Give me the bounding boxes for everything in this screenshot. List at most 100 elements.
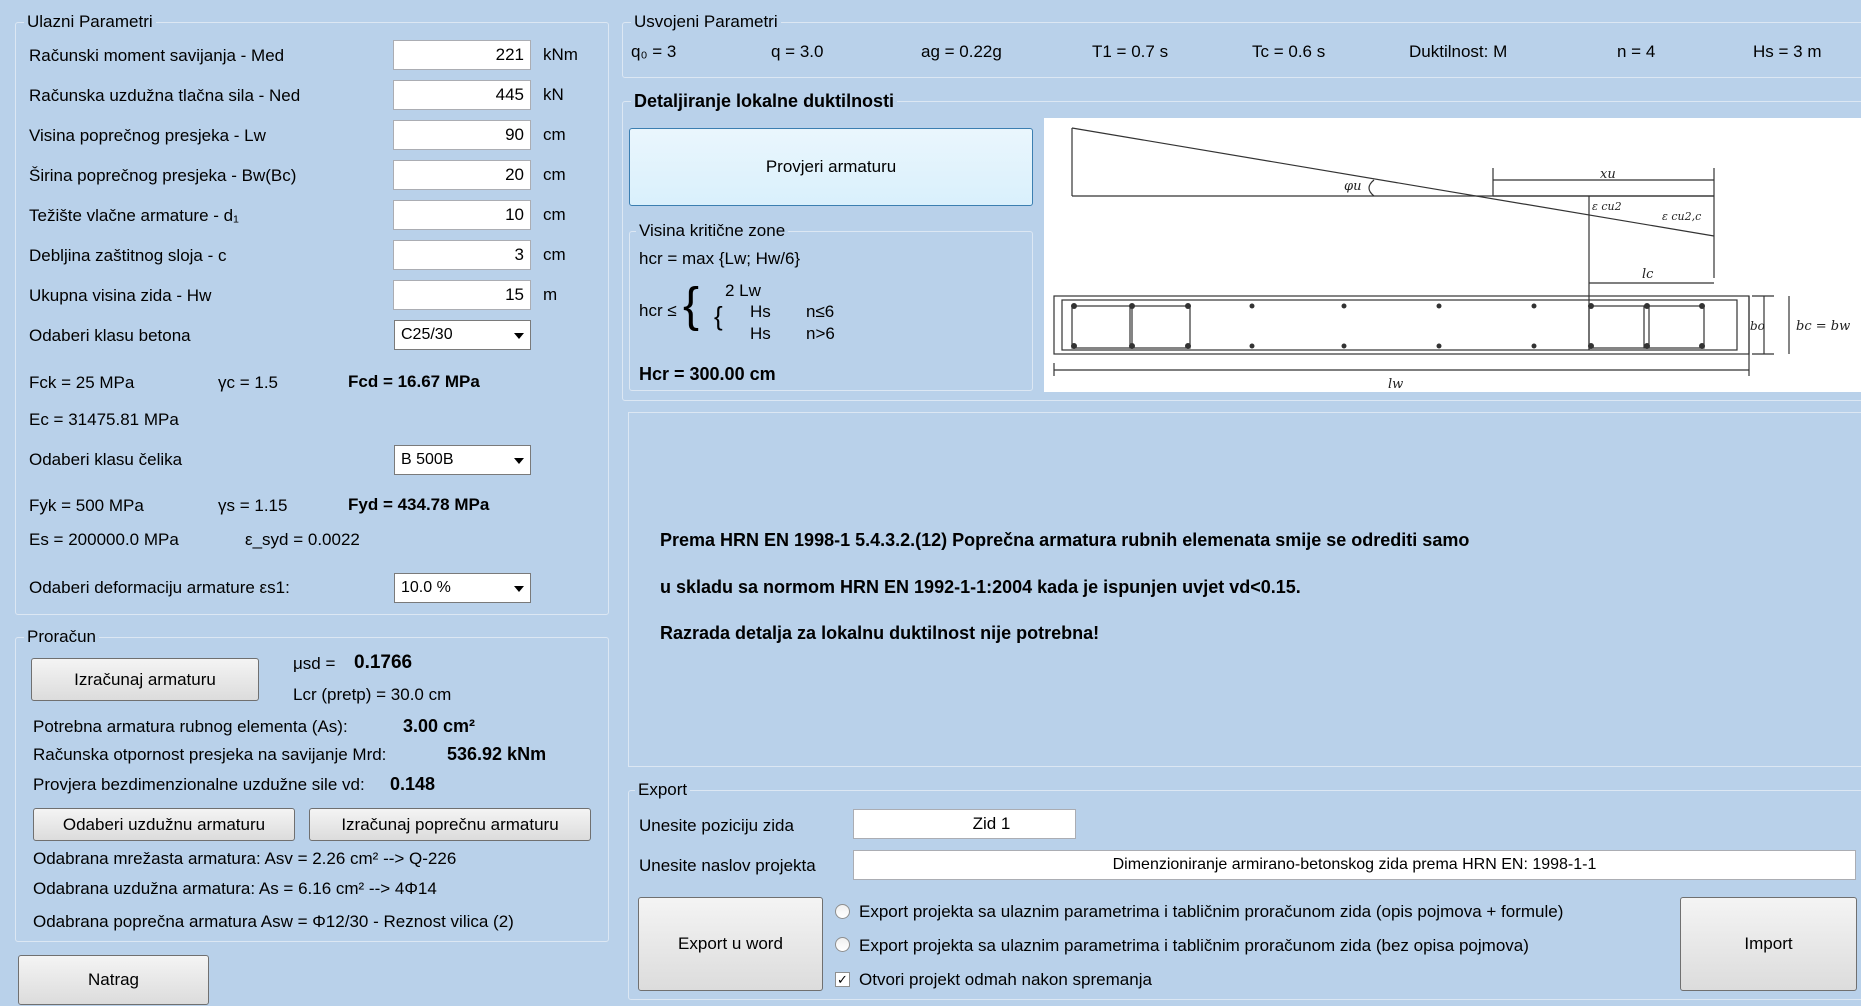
usvojeni-param: q₀ = 3	[631, 42, 677, 61]
bc-label: bc = bw	[1796, 319, 1850, 334]
open-after-save-checkbox[interactable]: ✓	[835, 972, 850, 987]
input-row-label: Računska uzdužna tlačna sila - Ned	[29, 86, 301, 105]
input-row-label: Računski moment savijanja - Med	[29, 46, 285, 65]
poprecna-text: Odabrana poprečna armatura Asw = Φ12/30 …	[33, 912, 514, 931]
hcr-result-text: Hcr = 300.00 cm	[639, 364, 776, 384]
mrd-value: 536.92 kNm	[447, 744, 547, 764]
usvojeni-parametri-title: Usvojeni Parametri	[631, 12, 781, 32]
fyk-text: Fyk = 500 MPa	[29, 496, 144, 515]
input-row-field[interactable]: 15	[393, 280, 531, 310]
input-row-label: Težište vlačne armature - d₁	[29, 206, 239, 225]
export-title: Export	[635, 780, 691, 800]
two-lw-text: 2 Lw	[725, 281, 761, 300]
gamma-s-text: γs = 1.15	[218, 496, 288, 515]
proracun-title: Proračun	[24, 627, 99, 647]
visina-kriticne-zone-title: Visina kritične zone	[636, 221, 789, 241]
deformacija-select[interactable]: 10.0 %	[394, 573, 531, 603]
import-button[interactable]: Import	[1680, 897, 1857, 991]
provjeri-armaturu-button[interactable]: Provjeri armaturu	[629, 128, 1033, 206]
input-row-field[interactable]: 90	[393, 120, 531, 150]
bo-label: bo	[1750, 319, 1765, 333]
ulazni-parametri-group: Ulazni Parametri	[15, 12, 609, 615]
small-brace-icon: {	[714, 301, 723, 331]
ecu2c-label: ε cu2,c	[1662, 210, 1701, 223]
input-row-unit: cm	[543, 205, 566, 224]
as-value: 3.00 cm²	[403, 716, 476, 736]
izracunaj-armaturu-button[interactable]: Izračunaj armaturu	[31, 658, 259, 701]
natrag-button[interactable]: Natrag	[18, 955, 209, 1005]
input-row-unit: kNm	[543, 45, 578, 64]
mrezasta-text: Odabrana mrežasta armatura: Asv = 2.26 c…	[33, 849, 457, 868]
pozicija-input[interactable]: Zid 1	[853, 809, 1076, 839]
input-row-field[interactable]: 3	[393, 240, 531, 270]
deformacija-label: Odaberi deformaciju armature εs1:	[29, 578, 290, 597]
usvojeni-param: q = 3.0	[771, 42, 824, 61]
beton-class-label: Odaberi klasu betona	[29, 326, 191, 345]
usvojeni-param: Tc = 0.6 s	[1252, 42, 1326, 61]
hcr-max-text: hcr = max {Lw; Hw/6}	[639, 249, 801, 268]
usvojeni-param: Hs = 3 m	[1753, 42, 1822, 61]
fck-text: Fck = 25 MPa	[29, 373, 135, 392]
gamma-c-text: γc = 1.5	[218, 373, 279, 392]
chevron-down-icon	[514, 333, 524, 339]
input-row-unit: cm	[543, 245, 566, 264]
input-row-field[interactable]: 221	[393, 40, 531, 70]
input-row-label: Debljina zaštitnog sloja - c	[29, 246, 227, 265]
export-short-label[interactable]: Export projekta sa ulaznim parametrima i…	[859, 935, 1529, 957]
export-word-button[interactable]: Export u word	[638, 897, 823, 991]
hs1-text: Hs	[750, 302, 771, 321]
input-row-label: Visina poprečnog presjeka - Lw	[29, 126, 266, 145]
ductility-diagram: φu xu ε cu2 ε cu2,c lc bo bc = bw lw	[1044, 118, 1861, 392]
message-line-2: u skladu sa normom HRN EN 1992-1-1:2004 …	[660, 577, 1301, 597]
export-short-radio[interactable]	[835, 937, 850, 952]
as-label: Potrebna armatura rubnog elementa (As):	[33, 717, 348, 736]
lcr-text: Lcr (pretp) = 30.0 cm	[293, 685, 452, 704]
input-row-field[interactable]: 10	[393, 200, 531, 230]
beton-class-value: C25/30	[401, 326, 453, 343]
input-row-label: Širina poprečnog presjeka - Bw(Bc)	[29, 166, 297, 185]
beton-class-select[interactable]: C25/30	[394, 320, 531, 350]
detaljiranje-title: Detaljiranje lokalne duktilnosti	[631, 91, 898, 111]
export-full-label[interactable]: Export projekta sa ulaznim parametrima i…	[859, 901, 1563, 923]
lc-label: lc	[1642, 267, 1654, 282]
fyd-text: Fyd = 434.78 MPa	[348, 495, 490, 514]
usvojeni-param: ag = 0.22g	[921, 42, 1002, 61]
phi-u-label: φu	[1344, 179, 1361, 194]
usvojeni-param: n = 4	[1617, 42, 1656, 61]
lw-label: lw	[1388, 377, 1403, 392]
celik-class-value: B 500B	[401, 451, 454, 468]
input-row-unit: cm	[543, 165, 566, 184]
odaberi-uzduznu-button[interactable]: Odaberi uzdužnu armaturu	[33, 808, 295, 841]
cond2-text: n>6	[806, 324, 835, 343]
deformacija-value: 10.0 %	[401, 579, 451, 596]
uzduzna-text: Odabrana uzdužna armatura: As = 6.16 cm²…	[33, 879, 437, 898]
naslov-input[interactable]: Dimenzioniranje armirano-betonskog zida …	[853, 850, 1856, 880]
musd-label: μsd =	[293, 654, 336, 673]
ecu2-label: ε cu2	[1592, 200, 1622, 213]
input-row-field[interactable]: 445	[393, 80, 531, 110]
export-full-radio[interactable]	[835, 904, 850, 919]
pozicija-label: Unesite poziciju zida	[639, 816, 794, 835]
message-line-1: Prema HRN EN 1998-1 5.4.3.2.(12) Poprečn…	[660, 530, 1470, 550]
ec-text: Ec = 31475.81 MPa	[29, 410, 179, 429]
open-after-save-label[interactable]: Otvori projekt odmah nakon spremanja	[859, 969, 1152, 991]
celik-class-select[interactable]: B 500B	[394, 445, 531, 475]
hs2-text: Hs	[750, 324, 771, 343]
celik-class-label: Odaberi klasu čelika	[29, 450, 183, 469]
input-row-label: Ukupna visina zida - Hw	[29, 286, 212, 305]
cond1-text: n≤6	[806, 302, 835, 321]
mrd-label: Računska otpornost presjeka na savijanje…	[33, 745, 387, 764]
input-row-unit: kN	[543, 85, 564, 104]
hcr-le-text: hcr ≤	[639, 301, 677, 320]
es-text: Es = 200000.0 MPa	[29, 530, 179, 549]
fcd-text: Fcd = 16.67 MPa	[348, 372, 480, 391]
input-row-unit: m	[543, 285, 558, 304]
input-row-field[interactable]: 20	[393, 160, 531, 190]
chevron-down-icon	[514, 458, 524, 464]
usvojeni-param: T1 = 0.7 s	[1092, 42, 1169, 61]
izracunaj-poprecnu-button[interactable]: Izračunaj poprečnu armaturu	[309, 808, 591, 841]
input-row-unit: cm	[543, 125, 566, 144]
usvojeni-param: Duktilnost: M	[1409, 42, 1508, 61]
musd-value: 0.1766	[354, 652, 413, 673]
esyd-text: ε_syd = 0.0022	[245, 530, 360, 549]
